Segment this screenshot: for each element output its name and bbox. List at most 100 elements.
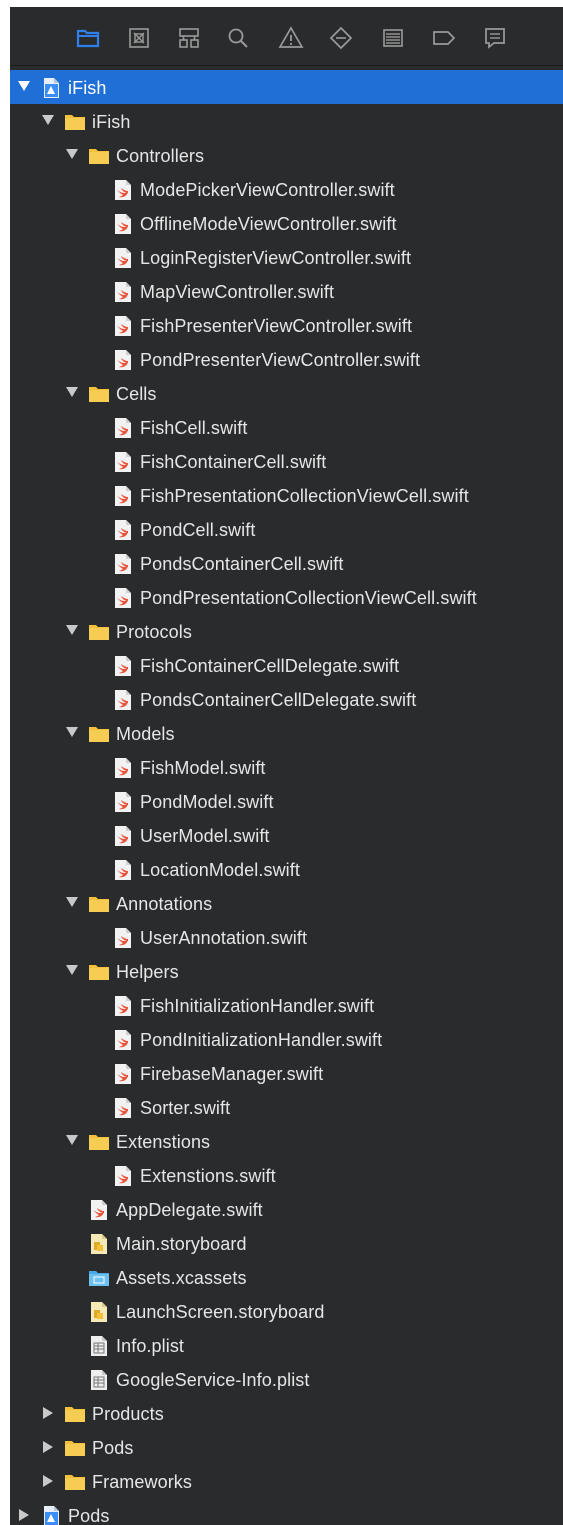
disclosure-closed-icon[interactable] [19, 1509, 29, 1521]
swift-file-icon [112, 995, 134, 1017]
tree-group-row[interactable]: Products [10, 1396, 563, 1430]
tree-group-row[interactable]: Cells [10, 376, 563, 410]
swift-file-icon [112, 1165, 134, 1187]
report-navigator-icon[interactable] [482, 25, 508, 51]
issue-navigator-icon[interactable] [278, 25, 304, 51]
tree-item-label: Controllers [116, 146, 205, 166]
tree-group-row[interactable]: Pods [10, 1498, 563, 1525]
debug-navigator-icon[interactable] [380, 25, 406, 51]
disclosure-open-icon[interactable] [18, 81, 30, 91]
tree-file-row[interactable]: ModePickerViewController.swift [10, 172, 563, 206]
tree-file-row[interactable]: FishPresenterViewController.swift [10, 308, 563, 342]
tree-group-row[interactable]: Helpers [10, 954, 563, 988]
swift-file-icon [112, 281, 134, 303]
tree-file-row[interactable]: OfflineModeViewController.swift [10, 206, 563, 240]
tree-group-row[interactable]: Annotations [10, 886, 563, 920]
tree-file-row[interactable]: PondsContainerCell.swift [10, 546, 563, 580]
tree-file-row[interactable]: PondInitializationHandler.swift [10, 1022, 563, 1056]
swift-file-icon [112, 689, 134, 711]
tree-group-row[interactable]: iFish [10, 104, 563, 138]
tree-item-label: UserAnnotation.swift [140, 928, 308, 948]
tree-item-label: Products [92, 1404, 164, 1424]
symbol-navigator-icon[interactable] [176, 25, 202, 51]
tree-item-label: PondPresenterViewController.swift [140, 350, 421, 370]
tree-file-row[interactable]: MapViewController.swift [10, 274, 563, 308]
tree-file-row[interactable]: PondCell.swift [10, 512, 563, 546]
tree-item-label: FishContainerCell.swift [140, 452, 327, 472]
project-navigator: iFish iFish Controllers ModePickerViewContr… [10, 7, 563, 1525]
swift-file-icon [112, 349, 134, 371]
tree-item-label: GoogleService-Info.plist [116, 1370, 310, 1390]
tree-file-row[interactable]: Info.plist [10, 1328, 563, 1362]
asset-catalog-icon [88, 1267, 110, 1289]
tree-item-label: Extenstions.swift [140, 1166, 276, 1186]
tree-item-label: AppDelegate.swift [116, 1200, 263, 1220]
tree-file-row[interactable]: Sorter.swift [10, 1090, 563, 1124]
tree-file-row[interactable]: UserModel.swift [10, 818, 563, 852]
tree-file-row[interactable]: PondModel.swift [10, 784, 563, 818]
tree-file-row[interactable]: FishModel.swift [10, 750, 563, 784]
plist-file-icon [88, 1369, 110, 1391]
swift-file-icon [112, 825, 134, 847]
tree-file-row[interactable]: Extenstions.swift [10, 1158, 563, 1192]
swift-file-icon [112, 179, 134, 201]
disclosure-open-icon[interactable] [66, 149, 78, 159]
tree-group-row[interactable]: Extenstions [10, 1124, 563, 1158]
tree-file-row[interactable]: Main.storyboard [10, 1226, 563, 1260]
swift-file-icon [112, 757, 134, 779]
disclosure-open-icon[interactable] [66, 965, 78, 975]
tree-group-row[interactable]: Pods [10, 1430, 563, 1464]
disclosure-open-icon[interactable] [42, 115, 54, 125]
test-navigator-icon[interactable] [328, 25, 354, 51]
tree-item-label: Cells [116, 384, 157, 404]
tree-item-label: Main.storyboard [116, 1234, 247, 1254]
tree-file-row[interactable]: FishContainerCellDelegate.swift [10, 648, 563, 682]
disclosure-open-icon[interactable] [66, 387, 78, 397]
tree-file-row[interactable]: FishCell.swift [10, 410, 563, 444]
tree-group-row[interactable]: Models [10, 716, 563, 750]
tree-file-row[interactable]: AppDelegate.swift [10, 1192, 563, 1226]
disclosure-open-icon[interactable] [66, 625, 78, 635]
tree-file-row[interactable]: LocationModel.swift [10, 852, 563, 886]
tree-group-row[interactable]: Frameworks [10, 1464, 563, 1498]
find-navigator-icon[interactable] [225, 25, 251, 51]
folder-icon [64, 1471, 86, 1493]
disclosure-closed-icon[interactable] [43, 1475, 53, 1487]
tree-item-label: Models [116, 724, 175, 744]
swift-file-icon [112, 1097, 134, 1119]
tree-group-row[interactable]: Controllers [10, 138, 563, 172]
swift-file-icon [88, 1199, 110, 1221]
tree-file-row[interactable]: PondPresentationCollectionViewCell.swift [10, 580, 563, 614]
disclosure-closed-icon[interactable] [43, 1441, 53, 1453]
folder-icon [88, 145, 110, 167]
tree-file-row[interactable]: FishPresentationCollectionViewCell.swift [10, 478, 563, 512]
tree-file-row[interactable]: FirebaseManager.swift [10, 1056, 563, 1090]
tree-file-row[interactable]: PondsContainerCellDelegate.swift [10, 682, 563, 716]
tree-file-row[interactable]: Assets.xcassets [10, 1260, 563, 1294]
source-control-navigator-icon[interactable] [126, 25, 152, 51]
tree-file-row[interactable]: LoginRegisterViewController.swift [10, 240, 563, 274]
tree-item-label: Info.plist [116, 1336, 185, 1356]
disclosure-open-icon[interactable] [66, 1135, 78, 1145]
tree-file-row[interactable]: PondPresenterViewController.swift [10, 342, 563, 376]
tree-file-row[interactable]: FishInitializationHandler.swift [10, 988, 563, 1022]
tree-group-row[interactable]: iFish [10, 70, 563, 104]
tree-file-row[interactable]: GoogleService-Info.plist [10, 1362, 563, 1396]
tree-group-row[interactable]: Protocols [10, 614, 563, 648]
breakpoint-navigator-icon[interactable] [431, 25, 457, 51]
plist-file-icon [88, 1335, 110, 1357]
tree-item-label: FishInitializationHandler.swift [140, 996, 375, 1016]
disclosure-closed-icon[interactable] [43, 1407, 53, 1419]
tree-file-row[interactable]: LaunchScreen.storyboard [10, 1294, 563, 1328]
swift-file-icon [112, 1029, 134, 1051]
tree-file-row[interactable]: FishContainerCell.swift [10, 444, 563, 478]
disclosure-open-icon[interactable] [66, 897, 78, 907]
swift-file-icon [112, 485, 134, 507]
disclosure-open-icon[interactable] [66, 727, 78, 737]
project-navigator-icon[interactable] [75, 25, 101, 51]
tree-item-label: Pods [92, 1438, 134, 1458]
tree-item-label: Protocols [116, 622, 192, 642]
project-icon [40, 77, 62, 99]
folder-icon [88, 893, 110, 915]
tree-file-row[interactable]: UserAnnotation.swift [10, 920, 563, 954]
